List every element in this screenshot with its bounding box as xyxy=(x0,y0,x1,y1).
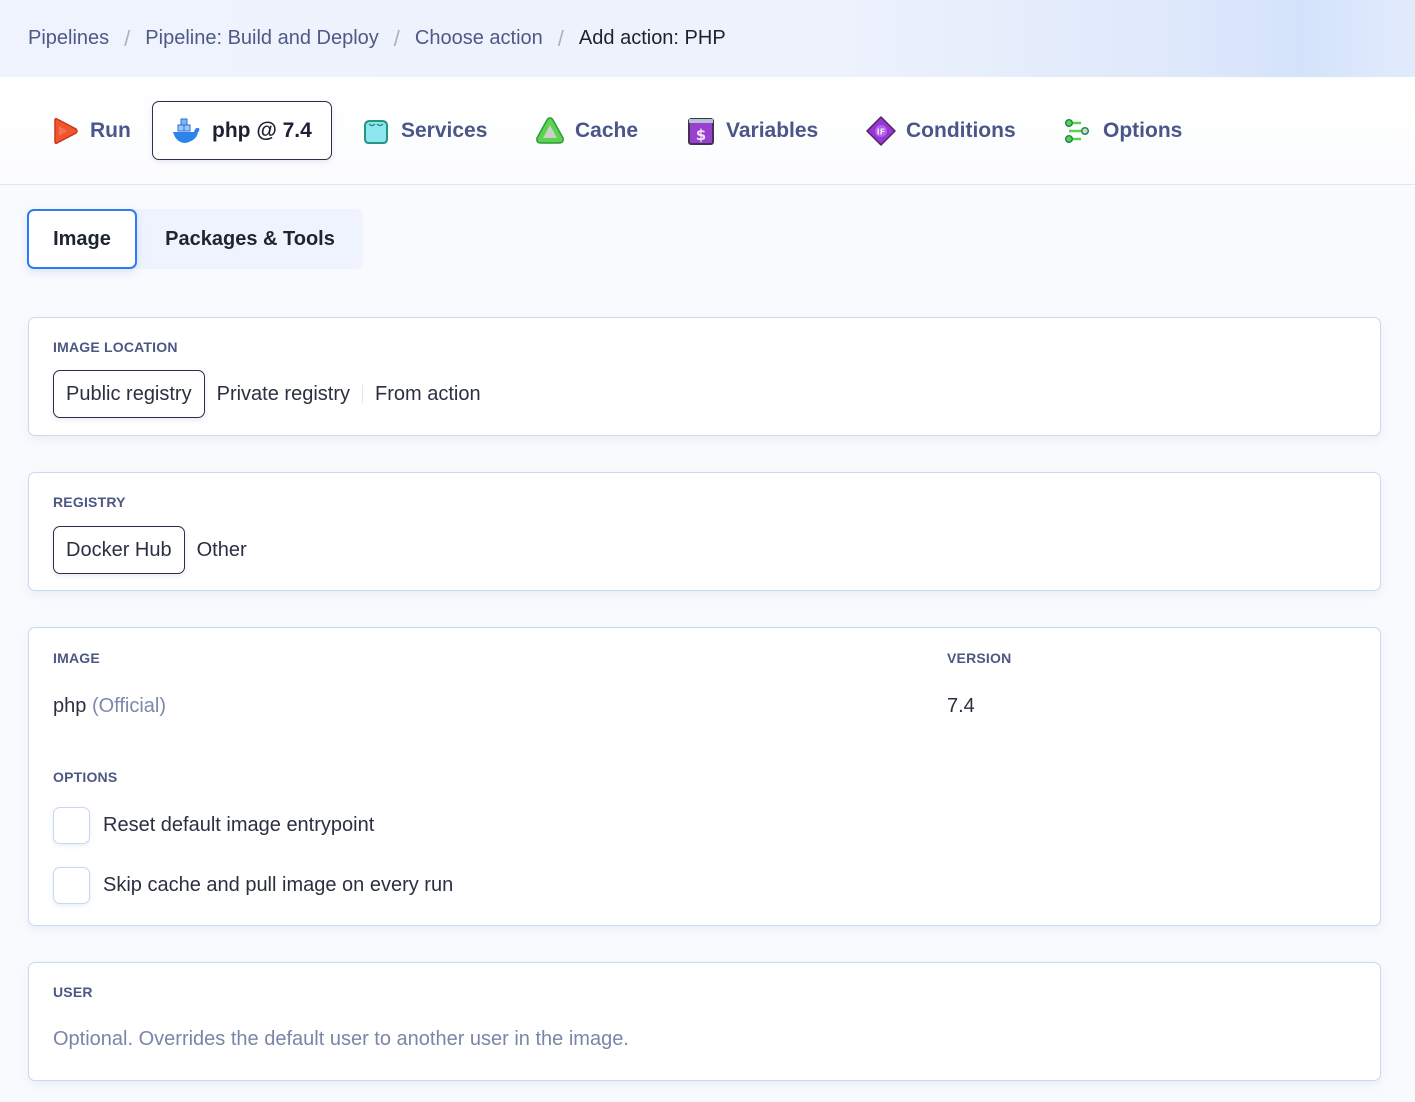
reset-entrypoint-label: Reset default image entrypoint xyxy=(103,814,375,836)
skip-cache-checkbox[interactable] xyxy=(53,867,90,904)
breadcrumb-choose-action[interactable]: Choose action xyxy=(415,27,543,50)
tab-services-label: Services xyxy=(401,118,488,142)
reset-entrypoint-checkbox[interactable] xyxy=(53,807,90,844)
sub-tabs: Image Packages & Tools xyxy=(27,209,363,269)
tab-run[interactable]: Run xyxy=(50,101,131,160)
breadcrumb-pipeline[interactable]: Pipeline: Build and Deploy xyxy=(145,27,379,50)
option-reset-entrypoint[interactable]: Reset default image entrypoint xyxy=(53,807,374,844)
dollar-variables-icon: $ xyxy=(686,116,716,146)
user-label: USER xyxy=(53,984,93,1000)
registry-label: REGISTRY xyxy=(53,494,126,510)
version-label: VERSION xyxy=(947,650,1012,666)
tab-php-image[interactable]: php @ 7.4 xyxy=(152,101,332,160)
image-location-label: IMAGE LOCATION xyxy=(53,339,178,355)
official-badge: (Official) xyxy=(91,695,167,717)
image-name: php xyxy=(53,695,87,717)
sliders-options-icon xyxy=(1063,116,1093,146)
image-label: IMAGE xyxy=(53,650,100,666)
if-diamond-icon: IF xyxy=(866,115,896,146)
subtab-packages-tools[interactable]: Packages & Tools xyxy=(137,209,363,269)
registry-selector: Docker Hub Other xyxy=(53,526,259,574)
tab-options-label: Options xyxy=(1103,118,1183,142)
breadcrumb-separator: / xyxy=(393,25,400,51)
docker-whale-icon xyxy=(172,116,202,146)
tab-run-label: Run xyxy=(90,118,131,142)
svg-text:$: $ xyxy=(696,126,706,144)
option-other[interactable]: Other xyxy=(185,526,259,574)
user-input[interactable]: Optional. Overrides the default user to … xyxy=(53,1028,629,1051)
option-private-registry[interactable]: Private registry xyxy=(205,370,362,418)
image-name-field[interactable]: php (Official) xyxy=(53,695,166,718)
breadcrumb-current: Add action: PHP xyxy=(578,27,726,49)
tab-cache-label: Cache xyxy=(575,118,639,142)
breadcrumb: Pipelines / Pipeline: Build and Deploy /… xyxy=(28,26,726,52)
tab-conditions[interactable]: IF Conditions xyxy=(866,101,1016,160)
play-icon xyxy=(50,116,80,146)
option-docker-hub[interactable]: Docker Hub xyxy=(53,526,185,574)
breadcrumb-separator: / xyxy=(124,25,131,51)
tab-variables-label: Variables xyxy=(726,118,819,142)
options-label: OPTIONS xyxy=(53,769,118,785)
svg-text:IF: IF xyxy=(877,127,885,136)
user-card: USER Optional. Overrides the default use… xyxy=(28,962,1381,1081)
image-location-card: IMAGE LOCATION Public registry Private r… xyxy=(28,317,1381,436)
tab-options[interactable]: Options xyxy=(1063,101,1182,160)
tab-cache[interactable]: Cache xyxy=(535,101,638,160)
registry-card: REGISTRY Docker Hub Other xyxy=(28,472,1381,591)
tab-php-image-label: php @ 7.4 xyxy=(212,118,312,142)
breadcrumb-bar: Pipelines / Pipeline: Build and Deploy /… xyxy=(0,0,1415,77)
action-tabs-bar: Run php @ 7.4 Services Cache $ Variables… xyxy=(0,77,1415,185)
subtab-image[interactable]: Image xyxy=(27,209,137,269)
breadcrumb-separator: / xyxy=(557,25,564,51)
services-box-icon xyxy=(361,116,391,146)
option-skip-cache[interactable]: Skip cache and pull image on every run xyxy=(53,867,453,904)
version-field[interactable]: 7.4 xyxy=(947,695,975,718)
cache-triangle-icon xyxy=(535,116,565,146)
tab-services[interactable]: Services xyxy=(361,101,487,160)
skip-cache-label: Skip cache and pull image on every run xyxy=(103,874,454,896)
tab-variables[interactable]: $ Variables xyxy=(686,101,818,160)
option-public-registry[interactable]: Public registry xyxy=(53,370,205,418)
image-card: IMAGE php (Official) VERSION 7.4 OPTIONS… xyxy=(28,627,1381,926)
breadcrumb-pipelines[interactable]: Pipelines xyxy=(28,27,109,50)
tab-conditions-label: Conditions xyxy=(906,118,1016,142)
option-from-action[interactable]: From action xyxy=(363,370,493,418)
image-location-selector: Public registry Private registry From ac… xyxy=(53,370,493,418)
